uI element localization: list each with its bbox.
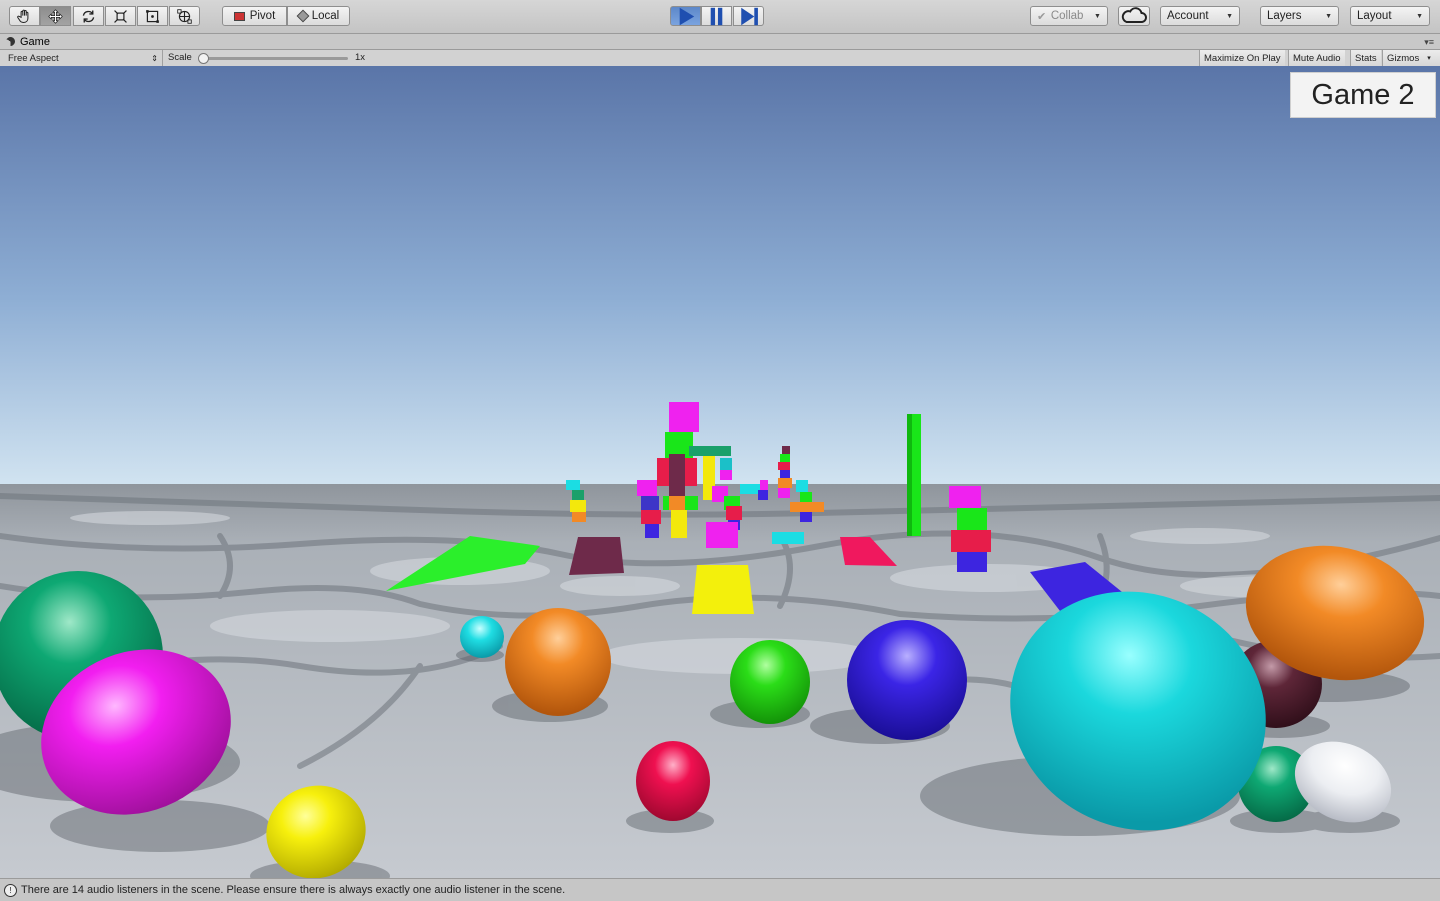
layout-dropdown[interactable]: Layout ▼ (1350, 6, 1430, 26)
play-button[interactable] (670, 6, 701, 26)
tab-game-label: Game (20, 35, 50, 48)
play-icon (679, 7, 695, 25)
layers-dropdown[interactable]: Layers ▼ (1260, 6, 1339, 26)
pause-button[interactable] (701, 6, 732, 26)
gizmos-label: Gizmos (1387, 52, 1420, 64)
step-icon (741, 7, 758, 25)
scale-slider-thumb[interactable] (198, 53, 209, 64)
rect-transform-icon (146, 9, 159, 23)
pivot-icon (233, 11, 245, 21)
collab-label: Collab (1050, 10, 1084, 22)
transform-icon (177, 8, 192, 24)
collab-check-icon: ✔ (1037, 10, 1047, 23)
scale-label: Scale (168, 52, 192, 63)
maximize-label: Maximize On Play (1204, 52, 1281, 64)
pause-icon (710, 7, 723, 25)
chevron-down-icon: ▼ (1325, 12, 1332, 20)
stats-button[interactable]: Stats (1350, 50, 1381, 66)
scale-slider[interactable] (198, 53, 348, 64)
scale-tool-button[interactable] (105, 6, 136, 26)
updown-arrows-icon: ⇕ (151, 53, 158, 63)
maximize-on-play-button[interactable]: Maximize On Play (1199, 50, 1285, 66)
status-bar[interactable]: ! There are 14 audio listeners in the sc… (0, 878, 1440, 901)
scene-render (0, 66, 1440, 878)
mute-label: Mute Audio (1293, 52, 1341, 64)
account-label: Account (1167, 10, 1209, 22)
collab-dropdown[interactable]: ✔ Collab ▼ (1030, 6, 1108, 26)
game-title-text: Game 2 (1311, 78, 1415, 111)
hand-tool-button[interactable] (9, 6, 40, 26)
game-tab-bar: Game ▾≡ (0, 34, 1440, 50)
step-button[interactable] (733, 6, 764, 26)
cloud-button[interactable] (1118, 6, 1150, 26)
tab-game[interactable]: Game (4, 34, 50, 49)
rotate-icon (82, 10, 95, 22)
layout-label: Layout (1357, 10, 1392, 22)
layers-label: Layers (1267, 10, 1302, 22)
pacman-game-icon (4, 35, 17, 48)
local-toggle-button[interactable]: Local (287, 6, 350, 26)
local-cube-icon (296, 9, 310, 23)
pivot-label: Pivot (249, 10, 276, 22)
chevron-down-icon: ▼ (1226, 12, 1233, 20)
rotate-tool-button[interactable] (73, 6, 104, 26)
scale-value: 1x (355, 52, 366, 63)
scale-icon (114, 9, 127, 23)
stats-label: Stats (1355, 52, 1377, 64)
hand-icon (17, 9, 29, 23)
chevron-down-icon: ▼ (1094, 12, 1101, 20)
info-icon: ! (4, 883, 17, 897)
mute-audio-button[interactable]: Mute Audio (1288, 50, 1345, 66)
aspect-dropdown[interactable]: Free Aspect ⇕ (0, 50, 163, 66)
game-control-bar: Free Aspect ⇕ Scale 1x Maximize On Play … (0, 50, 1440, 67)
game-viewport[interactable] (0, 66, 1440, 878)
chevron-down-icon: ▾ (1427, 55, 1431, 62)
cloud-icon (1121, 7, 1147, 23)
transform-tool-button[interactable] (169, 6, 200, 26)
move-tool-button[interactable] (40, 6, 71, 26)
gizmos-dropdown[interactable]: Gizmos ▾ (1382, 50, 1440, 66)
aspect-label: Free Aspect (8, 52, 59, 64)
pivot-toggle-button[interactable]: Pivot (222, 6, 287, 26)
move-arrows-icon (48, 8, 63, 24)
tab-menu-icon[interactable]: ▾≡ (1424, 37, 1434, 48)
game-title-label: Game 2 (1290, 72, 1436, 118)
main-toolbar: Pivot Local ✔ Collab ▼ Account ▼ Layers … (0, 0, 1440, 34)
rect-tool-button[interactable] (137, 6, 168, 26)
local-label: Local (311, 10, 340, 22)
account-dropdown[interactable]: Account ▼ (1160, 6, 1240, 26)
status-message: There are 14 audio listeners in the scen… (21, 884, 566, 896)
chevron-down-icon: ▼ (1416, 12, 1423, 20)
